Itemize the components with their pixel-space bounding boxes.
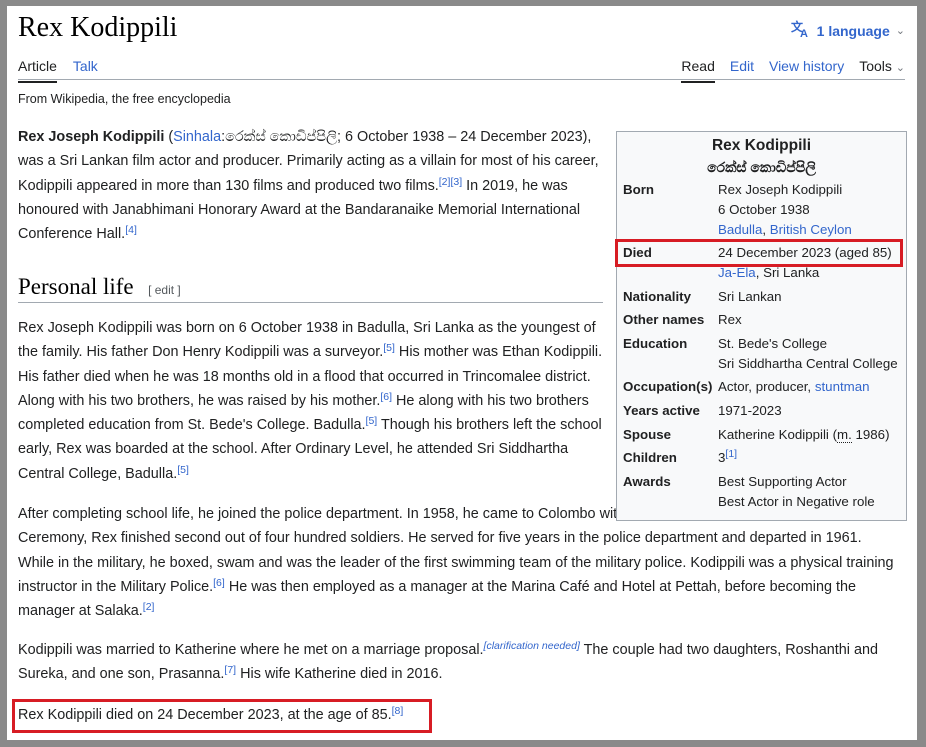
ref-link[interactable]: [3] — [450, 176, 462, 188]
infobox-value: 3[1] — [718, 448, 902, 468]
infobox-value: Katherine Kodippili (m. 1986) — [718, 425, 902, 445]
language-label: 1 language — [816, 22, 890, 39]
education-item: St. Bede's College — [718, 336, 827, 351]
page-title: Rex Kodippili — [18, 12, 178, 43]
badulla-link[interactable]: Badulla — [718, 222, 762, 237]
section-heading: Personal life [ edit ] — [18, 274, 603, 303]
born-name: Rex Joseph Kodippili — [718, 182, 843, 197]
sinhala-name: :රෙක්ස් කොඩිප්පිලි — [221, 129, 338, 145]
paragraph-early-life: Rex Joseph Kodippili was born on 6 Octob… — [18, 316, 603, 486]
infobox-value: Rex Joseph Kodippili 6 October 1938 Badu… — [718, 180, 902, 240]
ref-link[interactable]: [2] — [439, 176, 451, 188]
separator: , — [762, 222, 770, 237]
paragraph-text: Kodippili was married to Katherine where… — [18, 642, 484, 658]
ref-link[interactable]: [4] — [125, 224, 137, 236]
page-frame: Rex Kodippili 文 A 1 language ⌄ Article T… — [7, 6, 917, 740]
award-item: Best Actor in Negative role — [718, 494, 875, 509]
infobox-label: Born — [623, 182, 655, 197]
ref-link[interactable]: [7] — [224, 664, 236, 676]
section-edit-link[interactable]: [ edit ] — [148, 283, 181, 297]
ref-link[interactable]: [1] — [725, 448, 737, 460]
tagline: From Wikipedia, the free encyclopedia — [18, 92, 231, 106]
ref-link[interactable]: [5] — [383, 342, 395, 354]
infobox-value: Sri Lankan — [718, 289, 782, 304]
infobox-native-name: රෙක්ස් කොඩිප්පිලි — [707, 159, 816, 175]
infobox-value: Best Supporting Actor Best Actor in Nega… — [718, 472, 902, 512]
infobox-value: St. Bede's College Sri Siddhartha Centra… — [718, 334, 902, 374]
translate-icon: 文 A — [791, 19, 811, 41]
infobox-value: 1971-2023 — [718, 403, 782, 418]
tabs-divider — [18, 79, 905, 80]
language-button[interactable]: 文 A 1 language ⌄ — [791, 19, 905, 41]
chevron-down-icon: ⌄ — [895, 25, 905, 37]
infobox-label: Occupation(s) — [623, 379, 713, 394]
ref-link[interactable]: [6] — [213, 577, 225, 589]
sinhala-link[interactable]: Sinhala — [173, 129, 221, 145]
born-place: Badulla, British Ceylon — [718, 220, 902, 240]
section-title: Personal life — [18, 274, 134, 299]
stuntman-link[interactable]: stuntman — [815, 379, 870, 394]
subject-name: Rex Joseph Kodippili — [18, 129, 165, 145]
infobox-label: Spouse — [623, 427, 672, 442]
death-highlight-box — [12, 699, 432, 733]
british-ceylon-link[interactable]: British Ceylon — [770, 222, 852, 237]
married-abbr: m. — [837, 427, 852, 443]
intro-paragraph: Rex Joseph Kodippili (Sinhala:රෙක්ස් කොඩ… — [18, 129, 599, 243]
ja-ela-link[interactable]: Ja-Ela — [718, 265, 756, 280]
infobox-label: Nationality — [623, 289, 691, 304]
infobox-label: Awards — [623, 474, 671, 489]
infobox-label: Years active — [623, 403, 700, 418]
chevron-down-icon: ⌄ — [895, 62, 905, 74]
occupation-text: Actor, producer, — [718, 379, 815, 394]
svg-text:A: A — [800, 28, 808, 38]
spouse-name: Katherine Kodippili ( — [718, 427, 838, 442]
clarification-needed-link[interactable]: [clarification needed] — [484, 640, 580, 652]
tools-label: Tools — [859, 58, 892, 74]
born-date: 6 October 1938 — [718, 202, 810, 217]
spouse-year: 1986) — [851, 427, 890, 442]
infobox: Rex Kodippili රෙක්ස් කොඩිප්පිලි Born Rex… — [616, 131, 907, 521]
died-highlight-box — [615, 239, 903, 267]
died-country: , Sri Lanka — [755, 265, 820, 280]
education-item: Sri Siddhartha Central College — [718, 356, 898, 371]
ref-link[interactable]: [2] — [143, 601, 155, 613]
infobox-value: Actor, producer, stuntman — [718, 377, 902, 397]
infobox-label: Education — [623, 336, 688, 351]
paragraph-text: His wife Katherine died in 2016. — [236, 666, 443, 683]
ref-link[interactable]: [5] — [177, 464, 189, 476]
infobox-value: Rex — [718, 312, 742, 327]
infobox-title: Rex Kodippili — [711, 137, 812, 154]
infobox-label: Children — [623, 450, 677, 465]
paragraph-family: Kodippili was married to Katherine where… — [18, 638, 898, 687]
award-item: Best Supporting Actor — [718, 474, 847, 489]
ref-link[interactable]: [5] — [366, 415, 378, 427]
ref-link[interactable]: [6] — [380, 391, 392, 403]
infobox-label: Other names — [623, 312, 705, 327]
